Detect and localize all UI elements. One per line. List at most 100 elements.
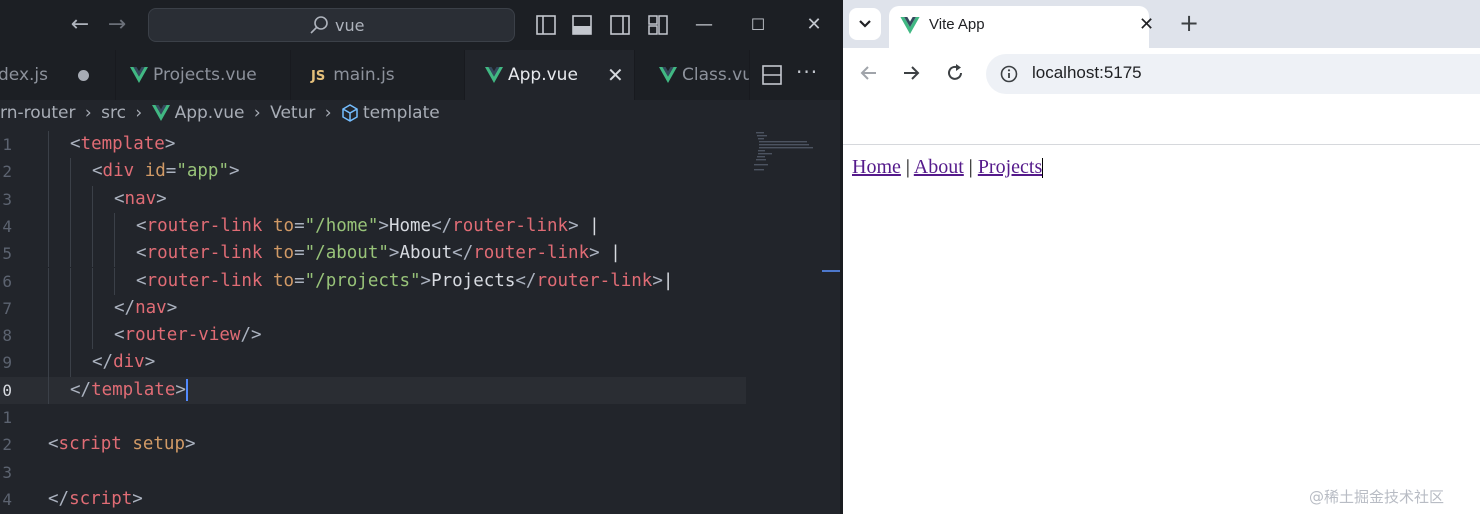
split-editor-icon[interactable]	[761, 64, 783, 86]
indent-guide	[114, 212, 115, 241]
code-line[interactable]: 1	[0, 404, 840, 431]
code-line[interactable]: 7 </nav>	[0, 294, 840, 323]
code-token: >	[166, 297, 178, 318]
code-text: <template>	[70, 131, 175, 158]
maximize-icon[interactable]: ☐	[745, 12, 771, 38]
code-token: </	[431, 215, 453, 236]
tab-search-button[interactable]	[849, 8, 881, 40]
code-token: =	[294, 270, 305, 291]
new-tab-icon[interactable]: +	[1179, 9, 1199, 37]
line-number: 2	[2, 435, 12, 455]
code-line[interactable]: 4 <router-link to="/home">Home</router-li…	[0, 212, 840, 241]
close-tab-icon[interactable]: ✕	[1139, 14, 1154, 35]
indent-guide	[114, 267, 115, 295]
code-token: "app"	[176, 161, 230, 182]
toggle-secondary-sidebar-icon[interactable]	[609, 14, 631, 36]
code-line[interactable]: 2 <script setup>	[0, 431, 840, 458]
tab-label: Class.vue	[682, 65, 749, 85]
indent-guide	[70, 294, 71, 323]
breadcrumb-vetur[interactable]: Vetur	[270, 103, 315, 123]
back-arrow-icon[interactable]: ←	[67, 12, 93, 38]
code-line[interactable]: 1 <template>	[0, 131, 840, 159]
indent-guide	[48, 267, 49, 295]
code-token: </	[452, 243, 474, 264]
customize-layout-icon[interactable]	[647, 14, 669, 36]
code-token: router-link	[146, 243, 263, 264]
code-token: to	[273, 243, 295, 264]
close-tab-icon[interactable]: ✕	[607, 50, 624, 100]
projects-link[interactable]: Projects	[978, 156, 1042, 178]
minimap[interactable]	[752, 131, 822, 181]
code-token: <	[114, 188, 125, 209]
browser-window: Vite App ✕ + localhost:5175 Home | About…	[843, 0, 1480, 514]
code-token: template	[91, 379, 176, 400]
code-line[interactable]: 9 </div>	[0, 349, 840, 377]
code-line[interactable]: 5 <router-link to="/about">About</router-…	[0, 240, 840, 268]
code-line[interactable]: 3	[0, 459, 840, 486]
code-line[interactable]: 4 </script>	[0, 486, 840, 513]
indent-guide	[70, 349, 71, 377]
code-text: <nav>	[114, 186, 167, 213]
back-arrow-icon[interactable]	[858, 62, 880, 84]
about-link[interactable]: About	[914, 156, 964, 178]
tab-class-vue[interactable]: Class.vue	[635, 50, 750, 100]
code-token: nav	[124, 188, 157, 209]
code-line[interactable]: 8 <router-view/>	[0, 322, 840, 350]
code-token: <	[114, 325, 125, 346]
address-bar[interactable]: localhost:5175	[986, 54, 1480, 94]
toggle-primary-sidebar-icon[interactable]	[535, 14, 557, 36]
code-line[interactable]: 6 <router-link to="/projects">Projects</r…	[0, 267, 840, 295]
indent-guide	[92, 267, 93, 295]
browser-tab-title: Vite App	[929, 16, 985, 33]
indent-guide	[48, 322, 49, 350]
scrollbar-indicator[interactable]	[822, 270, 840, 272]
site-info-icon[interactable]	[1000, 65, 1018, 83]
code-token: router-link	[536, 270, 653, 291]
code-token: id	[144, 161, 166, 182]
minimize-icon[interactable]: —	[691, 12, 717, 38]
forward-arrow-icon[interactable]	[900, 62, 922, 84]
line-number: 1	[2, 135, 12, 154]
code-token: <	[92, 161, 103, 182]
window-close-icon[interactable]: ✕	[801, 12, 827, 38]
home-link[interactable]: Home	[852, 156, 901, 178]
indent-guide	[48, 240, 49, 268]
code-token: </	[92, 352, 114, 373]
nav-separator: |	[900, 156, 914, 178]
search-icon	[310, 16, 328, 34]
tab-index-js[interactable]: dex.js	[0, 50, 116, 100]
code-token: />	[240, 325, 262, 346]
command-center-search[interactable]: vue	[148, 8, 515, 42]
code-token: <	[48, 434, 59, 455]
code-line[interactable]: 0 </template>	[0, 376, 746, 404]
code-line[interactable]: 2 <div id="app">	[0, 158, 840, 186]
line-number: 3	[2, 189, 12, 209]
breadcrumb-symbol[interactable]: template	[363, 103, 440, 123]
code-token: |	[578, 215, 600, 236]
more-actions-icon[interactable]: ···	[796, 60, 818, 84]
toggle-panel-icon[interactable]	[571, 14, 593, 36]
code-line[interactable]: 3 <nav>	[0, 185, 840, 213]
breadcrumb-folder[interactable]: rn-router	[0, 103, 76, 123]
code-token: >	[589, 243, 600, 264]
tab-app-vue[interactable]: App.vue ✕	[465, 50, 635, 100]
code-token: >	[144, 352, 156, 373]
tab-projects-vue[interactable]: Projects.vue	[116, 50, 291, 100]
reload-icon[interactable]	[944, 62, 966, 84]
breadcrumb-file[interactable]: App.vue	[175, 103, 245, 123]
tab-label: App.vue	[508, 65, 578, 85]
breadcrumb-src[interactable]: src	[101, 103, 126, 123]
cube-symbol-icon	[342, 104, 358, 122]
code-token: nav	[135, 297, 167, 318]
code-editor[interactable]: 1 <template> 2 <div id="app"> 3 <nav> 4 <router…	[0, 131, 840, 514]
forward-arrow-icon[interactable]: →	[104, 12, 130, 38]
indent-guide	[92, 185, 93, 213]
code-token: "/projects"	[304, 270, 421, 291]
chevron-right-icon: ›	[324, 103, 332, 123]
browser-tab[interactable]: Vite App ✕	[889, 6, 1154, 48]
search-text: vue	[335, 16, 365, 35]
tab-main-js[interactable]: JS main.js	[291, 50, 465, 100]
vue-file-icon	[151, 105, 170, 121]
